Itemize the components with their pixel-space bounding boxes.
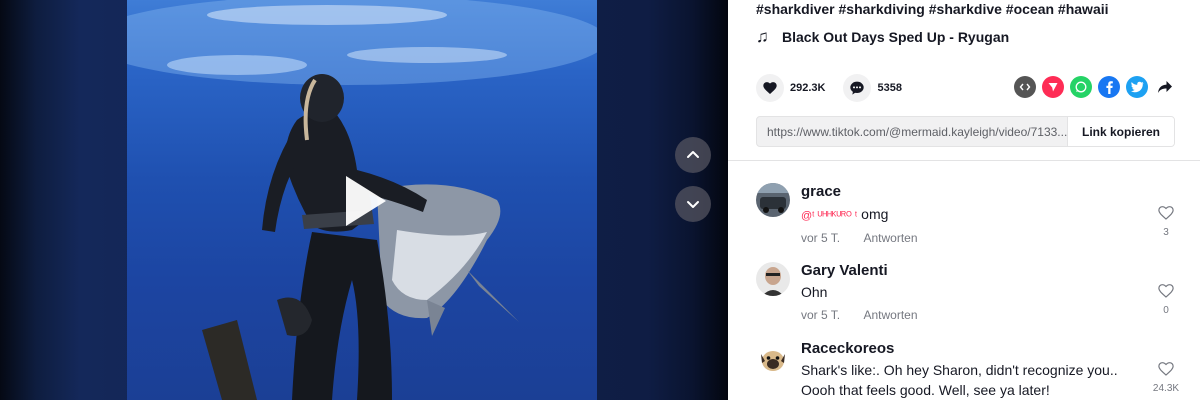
comment-body-line-2: Oooh that feels good. Well, see ya later… xyxy=(801,382,1050,398)
video-info-panel: #sharkdiver #sharkdiving #sharkdive #oce… xyxy=(728,0,1200,400)
comment-time: vor 5 T. xyxy=(801,231,841,245)
comment-username[interactable]: grace xyxy=(801,183,841,200)
reply-button[interactable]: Antworten xyxy=(863,231,917,245)
comment-body: Shark's like:. Oh hey Sharon, didn't rec… xyxy=(801,362,1118,378)
heart-outline-icon xyxy=(1158,284,1174,298)
video-link-url[interactable]: https://www.tiktok.com/@mermaid.kayleigh… xyxy=(757,117,1067,146)
comment-count: 5358 xyxy=(877,82,902,94)
engagement-stats: 292.3K 5358 xyxy=(756,74,920,102)
like-button[interactable] xyxy=(756,74,784,102)
hashtags[interactable]: #sharkdiver #sharkdiving #sharkdive #oce… xyxy=(756,1,1109,17)
twitter-icon[interactable] xyxy=(1126,76,1148,98)
facebook-icon[interactable] xyxy=(1098,76,1120,98)
next-video-button[interactable] xyxy=(675,186,711,222)
divider xyxy=(728,160,1200,161)
share-options xyxy=(1014,76,1176,98)
comment-like-button[interactable]: 3 xyxy=(1151,204,1181,238)
video-link-box: https://www.tiktok.com/@mermaid.kayleigh… xyxy=(756,116,1175,147)
comment-meta: vor 5 T. Antworten xyxy=(801,231,918,245)
chevron-down-icon xyxy=(687,201,699,208)
comment-like-count: 3 xyxy=(1163,227,1169,238)
comment-like-button[interactable]: 24.3K xyxy=(1146,360,1186,394)
comment-meta: vor 5 T. Antworten xyxy=(801,308,918,322)
copy-link-button[interactable]: Link kopieren xyxy=(1067,117,1174,146)
music-note-icon: ♫ xyxy=(756,27,769,46)
heart-outline-icon xyxy=(1158,206,1174,220)
music-link[interactable]: ♫ Black Out Days Sped Up - Ryugan xyxy=(756,27,1010,46)
video-stage xyxy=(0,0,728,400)
share-arrow-icon[interactable] xyxy=(1154,76,1176,98)
avatar[interactable] xyxy=(756,262,790,296)
music-title: Black Out Days Sped Up - Ryugan xyxy=(782,29,1010,45)
comment-username[interactable]: Raceckoreos xyxy=(801,340,894,357)
whatsapp-icon[interactable] xyxy=(1070,76,1092,98)
comment-like-button[interactable]: 0 xyxy=(1151,282,1181,316)
like-count: 292.3K xyxy=(790,82,826,94)
reply-button[interactable]: Antworten xyxy=(863,308,917,322)
send-icon[interactable] xyxy=(1042,76,1064,98)
comment-button[interactable] xyxy=(843,74,872,102)
chevron-up-icon xyxy=(687,151,699,158)
heart-icon xyxy=(763,82,777,94)
comment-username[interactable]: Gary Valenti xyxy=(801,262,888,279)
comment-like-count: 0 xyxy=(1163,305,1169,316)
comment-body: omg xyxy=(861,206,889,222)
comment-time: vor 5 T. xyxy=(801,308,841,322)
heart-outline-icon xyxy=(1158,362,1174,376)
comment-text: @ᵗ ᵁᴴᴴᴷᵁᴿᴼ ᵗ omg xyxy=(801,203,888,227)
comment-body: Ohn xyxy=(801,284,828,300)
comment-icon xyxy=(850,81,865,95)
avatar[interactable] xyxy=(756,183,790,217)
embed-icon[interactable] xyxy=(1014,76,1036,98)
previous-video-button[interactable] xyxy=(675,137,711,173)
comment-mention[interactable]: @ᵗ ᵁᴴᴴᴷᵁᴿᴼ ᵗ xyxy=(801,210,857,222)
comment-like-count: 24.3K xyxy=(1152,383,1180,394)
play-icon[interactable] xyxy=(346,176,390,226)
avatar[interactable] xyxy=(756,342,790,376)
